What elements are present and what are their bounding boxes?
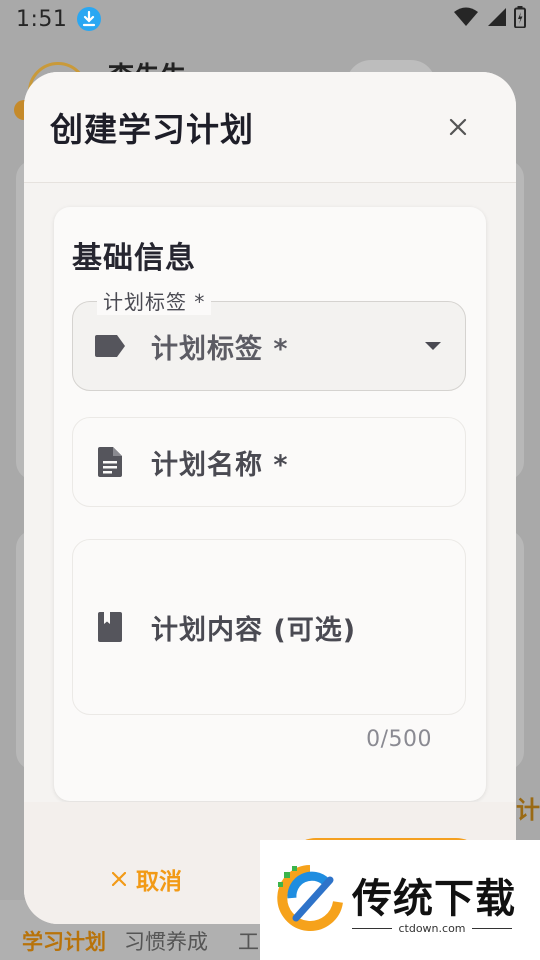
watermark-url-row: ctdown.com: [352, 922, 512, 935]
cancel-button[interactable]: 取消: [112, 862, 182, 896]
section-title: 基础信息: [72, 241, 196, 276]
status-right: [454, 6, 526, 32]
tab-habits[interactable]: 习惯养成: [124, 926, 208, 956]
tab-tools[interactable]: 工: [238, 926, 259, 956]
document-icon: [95, 447, 125, 477]
signal-icon: [486, 7, 506, 31]
cancel-label: 取消: [136, 869, 182, 895]
watermark: 传统下载 ctdown.com: [260, 840, 540, 960]
close-icon: [449, 118, 467, 136]
plan-tag-select[interactable]: 计划标签 * 计划标签 *: [72, 286, 466, 391]
wifi-icon: [454, 7, 478, 31]
bg-right-text: 计: [516, 796, 540, 824]
plan-tag-value: 计划标签 *: [151, 333, 289, 365]
char-counter: 0/500: [366, 727, 432, 752]
watermark-logo: [277, 865, 343, 931]
plan-name-input[interactable]: 计划名称 *: [72, 417, 466, 507]
plan-content-textarea[interactable]: 计划内容 (可选): [72, 539, 466, 715]
battery-icon: [514, 6, 526, 32]
watermark-url: ctdown.com: [398, 922, 466, 935]
divider: [471, 928, 512, 929]
dialog-header: 创建学习计划: [24, 72, 516, 183]
status-bar: 1:51: [0, 0, 540, 38]
close-button[interactable]: [438, 107, 478, 147]
status-left: 1:51: [16, 6, 102, 32]
basic-info-section: 基础信息 计划标签 * 计划标签 * 计划名称 * 计划内容 (可选) 0/50…: [54, 207, 486, 801]
create-plan-dialog: 创建学习计划 基础信息 计划标签 * 计划标签 * 计划名称 * 计划内容 (可…: [24, 72, 516, 924]
plan-content-placeholder: 计划内容 (可选): [151, 614, 357, 646]
download-icon: [77, 7, 102, 31]
dropdown-arrow-icon[interactable]: [425, 342, 441, 350]
plan-tag-label: 计划标签 *: [97, 286, 212, 315]
plan-name-placeholder: 计划名称 *: [151, 449, 289, 481]
divider: [352, 928, 393, 929]
watermark-brand: 传统下载: [352, 876, 516, 922]
dialog-title: 创建学习计划: [50, 110, 254, 149]
book-icon: [95, 612, 125, 642]
status-time: 1:51: [16, 6, 68, 32]
close-icon: [112, 872, 126, 886]
tab-study-plan[interactable]: 学习计划: [22, 926, 106, 956]
tag-icon: [95, 331, 125, 361]
